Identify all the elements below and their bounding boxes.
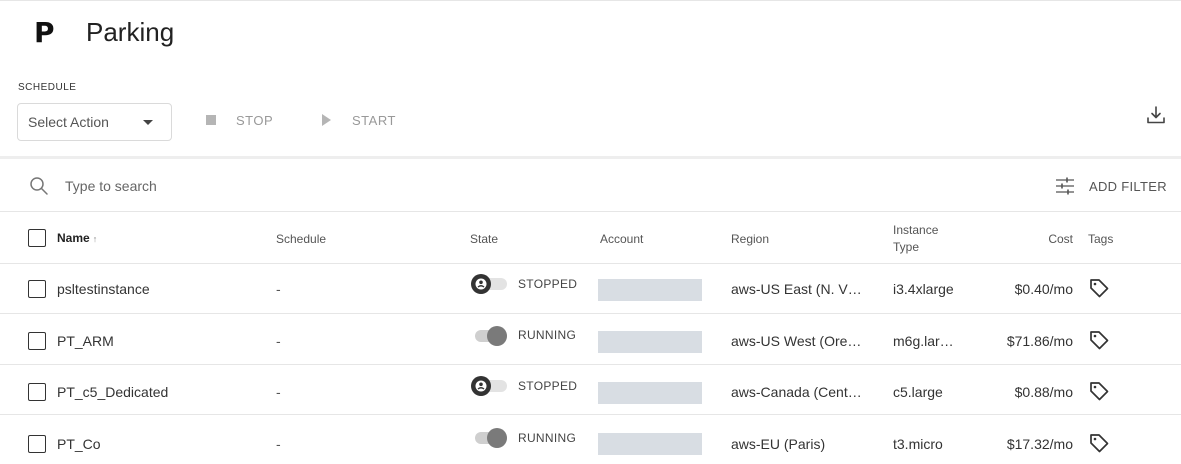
column-header-name[interactable]: Name ↑ bbox=[57, 231, 97, 245]
row-instance-type: t3.micro bbox=[893, 436, 943, 452]
state-toggle[interactable] bbox=[471, 326, 509, 346]
sort-ascending-icon: ↑ bbox=[92, 234, 98, 244]
row-divider bbox=[0, 313, 1181, 314]
state-label: RUNNING bbox=[518, 328, 577, 342]
select-action-value: Select Action bbox=[28, 114, 109, 130]
start-button[interactable]: START bbox=[322, 110, 396, 130]
state-label: STOPPED bbox=[518, 379, 578, 393]
select-action-dropdown[interactable]: Select Action bbox=[17, 103, 172, 141]
state-toggle[interactable] bbox=[471, 376, 509, 396]
download-icon bbox=[1147, 106, 1165, 124]
schedule-label: SCHEDULE bbox=[18, 82, 77, 93]
row-region: aws-EU (Paris) bbox=[731, 436, 826, 452]
account-redacted bbox=[598, 279, 702, 301]
stop-button[interactable]: STOP bbox=[206, 110, 273, 130]
app-logo: P bbox=[34, 15, 55, 49]
row-checkbox[interactable] bbox=[28, 435, 46, 453]
header-top-border bbox=[0, 211, 1181, 212]
column-header-name-label: Name bbox=[57, 231, 90, 245]
row-region: aws-Canada (Cent… bbox=[731, 384, 862, 400]
stop-icon bbox=[206, 115, 216, 125]
row-name: PT_ARM bbox=[57, 333, 114, 349]
stop-button-label: STOP bbox=[236, 112, 274, 128]
toolbar-divider bbox=[0, 156, 1181, 159]
download-button[interactable] bbox=[1145, 104, 1167, 126]
row-schedule: - bbox=[276, 333, 281, 349]
tag-icon[interactable] bbox=[1088, 277, 1110, 299]
power-icon bbox=[475, 278, 487, 290]
header-bottom-border bbox=[0, 263, 1181, 264]
row-name: PT_Co bbox=[57, 436, 101, 452]
row-region: aws-US East (N. V… bbox=[731, 281, 862, 297]
row-schedule: - bbox=[276, 384, 281, 400]
row-cost: $17.32/mo bbox=[1006, 436, 1073, 452]
column-header-schedule[interactable]: Schedule bbox=[276, 232, 326, 246]
row-cost: $0.40/mo bbox=[1014, 281, 1073, 297]
start-button-label: START bbox=[352, 112, 396, 128]
row-cost: $0.88/mo bbox=[1014, 384, 1073, 400]
page-title: Parking bbox=[86, 16, 175, 47]
page-header: P Parking bbox=[34, 15, 175, 49]
filter-sliders-icon bbox=[1056, 177, 1074, 195]
toggle-knob bbox=[471, 274, 491, 294]
row-instance-type: i3.4xlarge bbox=[893, 281, 954, 297]
select-all-checkbox[interactable] bbox=[28, 229, 46, 247]
column-header-region[interactable]: Region bbox=[731, 232, 769, 246]
row-checkbox[interactable] bbox=[28, 383, 46, 401]
row-schedule: - bbox=[276, 281, 281, 297]
column-header-instance-type[interactable]: Instance Type bbox=[893, 222, 938, 256]
top-border bbox=[0, 0, 1181, 1]
column-header-cost[interactable]: Cost bbox=[1048, 232, 1073, 246]
tag-icon[interactable] bbox=[1088, 380, 1110, 402]
row-divider bbox=[0, 414, 1181, 415]
state-toggle[interactable] bbox=[471, 428, 509, 448]
power-icon bbox=[475, 380, 487, 392]
column-header-instance-type-line2: Type bbox=[893, 240, 920, 254]
search-bar bbox=[28, 172, 365, 200]
toggle-knob bbox=[487, 428, 507, 448]
row-name: PT_c5_Dedicated bbox=[57, 384, 169, 400]
add-filter-label: ADD FILTER bbox=[1089, 178, 1167, 194]
row-region: aws-US West (Ore… bbox=[731, 333, 862, 349]
account-redacted bbox=[598, 331, 702, 353]
column-header-account[interactable]: Account bbox=[600, 232, 643, 246]
caret-down-icon bbox=[143, 120, 153, 125]
account-redacted bbox=[598, 433, 702, 455]
state-toggle[interactable] bbox=[471, 274, 509, 294]
row-name: psltestinstance bbox=[57, 281, 150, 297]
row-instance-type: m6g.lar… bbox=[893, 333, 954, 349]
account-redacted bbox=[598, 382, 702, 404]
column-header-state[interactable]: State bbox=[470, 232, 498, 246]
row-checkbox[interactable] bbox=[28, 280, 46, 298]
toggle-knob bbox=[487, 326, 507, 346]
row-schedule: - bbox=[276, 436, 281, 452]
state-label: STOPPED bbox=[518, 277, 578, 291]
add-filter-button[interactable]: ADD FILTER bbox=[1054, 174, 1167, 198]
tag-icon[interactable] bbox=[1088, 329, 1110, 351]
state-label: RUNNING bbox=[518, 431, 577, 445]
column-header-instance-type-line1: Instance bbox=[893, 223, 939, 237]
row-checkbox[interactable] bbox=[28, 332, 46, 350]
play-icon bbox=[322, 114, 331, 126]
toggle-knob bbox=[471, 376, 491, 396]
row-instance-type: c5.large bbox=[893, 384, 943, 400]
tag-icon[interactable] bbox=[1088, 432, 1110, 454]
column-header-tags[interactable]: Tags bbox=[1088, 232, 1113, 246]
search-input[interactable] bbox=[65, 178, 365, 194]
row-divider bbox=[0, 364, 1181, 365]
search-icon bbox=[30, 177, 48, 195]
row-cost: $71.86/mo bbox=[1006, 333, 1073, 349]
